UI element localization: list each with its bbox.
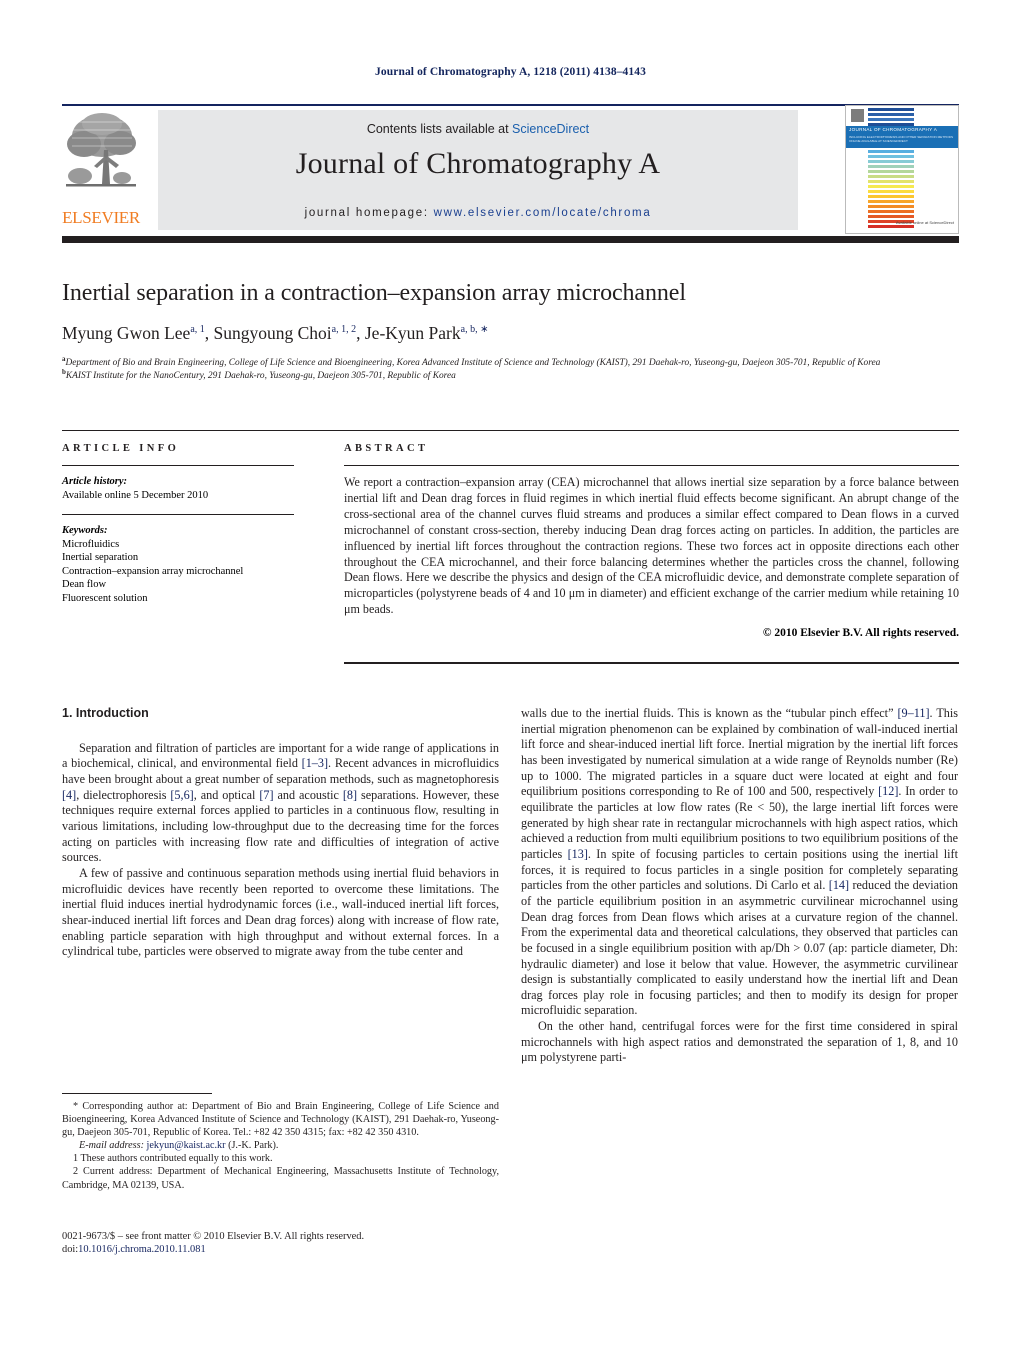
author-list: Myung Gwon Leea, 1, Sungyoung Choia, 1, … <box>62 323 959 344</box>
article-info-column: ARTICLE INFO Article history: Available … <box>62 443 294 605</box>
homepage-prefix: journal homepage: <box>304 207 434 219</box>
elsevier-logo: ELSEVIER <box>62 110 140 230</box>
footnote-corresponding-author: * Corresponding author at: Department of… <box>62 1101 499 1139</box>
body-column-left: 1. Introduction Separation and filtratio… <box>62 706 499 960</box>
footnote-note-1: 1 These authors contributed equally to t… <box>73 1153 273 1165</box>
keyword-item: Contraction–expansion array microchannel <box>62 565 244 577</box>
author-sep-2: , <box>356 323 365 343</box>
page-title: Inertial separation in a contraction–exp… <box>62 280 686 306</box>
author-sup-3: a, b, ∗ <box>460 324 489 336</box>
article-info-heading: ARTICLE INFO <box>62 443 180 454</box>
text-run: , and optical <box>193 787 260 802</box>
cover-banner-subtitle: INCLUDING ELECTROPHORESIS AND OTHER SEPA… <box>849 135 954 144</box>
contents-prefix: Contents lists available at <box>366 122 513 136</box>
paragraph-intro-3: walls due to the inertial fluids. This i… <box>521 706 958 1019</box>
article-info-rule-1 <box>62 465 294 466</box>
keywords-label: Keywords: <box>62 525 108 536</box>
journal-homepage-line: journal homepage: www.elsevier.com/locat… <box>158 207 798 219</box>
masthead-top-rule <box>62 104 959 106</box>
paragraph-intro-2: A few of passive and continuous separati… <box>62 865 499 959</box>
text-run: , dielectrophoresis <box>76 787 171 802</box>
journal-masthead: ELSEVIER Contents lists available at Sci… <box>62 104 959 234</box>
footnote-separator-rule <box>62 1093 212 1094</box>
email-link[interactable]: jekyun@kaist.ac.kr <box>147 1140 226 1151</box>
author-sup-1: a, 1 <box>190 324 205 336</box>
abstract-column: ABSTRACT We report a contraction–expansi… <box>344 443 959 639</box>
footnotes-block: * Corresponding author at: Department of… <box>62 1100 499 1192</box>
keywords-list: Microfluidics Inertial separation Contra… <box>62 538 294 606</box>
doi-line: doi:10.1016/j.chroma.2010.11.081 <box>62 1243 499 1256</box>
keyword-item: Inertial separation <box>62 552 139 564</box>
abstract-bottom-rule <box>344 662 959 664</box>
author-name-2: Sungyoung Choi <box>213 323 332 343</box>
keyword-item: Dean flow <box>62 579 107 591</box>
article-history-value: Available online 5 December 2010 <box>62 489 209 501</box>
journal-homepage-link[interactable]: www.elsevier.com/locate/chroma <box>434 207 652 219</box>
info-top-rule <box>62 430 959 431</box>
citation-ref[interactable]: [14] <box>829 878 849 892</box>
affiliation-text-a: Department of Bio and Brain Engineering,… <box>65 358 881 368</box>
article-info-rule-2 <box>62 514 294 515</box>
citation-ref[interactable]: [5,6] <box>170 788 193 802</box>
cover-banner: JOURNAL OF CHROMATOGRAPHY A INCLUDING EL… <box>846 126 958 148</box>
issn-line: 0021-9673/$ – see front matter © 2010 El… <box>62 1231 365 1242</box>
sciencedirect-link[interactable]: ScienceDirect <box>512 122 589 136</box>
elsevier-tree-icon <box>66 113 136 187</box>
running-head: Journal of Chromatography A, 1218 (2011)… <box>375 66 646 78</box>
citation-ref[interactable]: [7] <box>259 788 273 802</box>
masthead-black-bar <box>62 236 959 243</box>
title-block: Inertial separation in a contraction–exp… <box>62 280 959 382</box>
citation-ref[interactable]: [8] <box>343 788 357 802</box>
doi-label: doi: <box>62 1244 79 1256</box>
affiliation-a: aDepartment of Bio and Brain Engineering… <box>62 355 959 370</box>
footnote-note-2: 2 Current address: Department of Mechani… <box>62 1166 499 1191</box>
article-history-label: Article history: <box>62 476 128 487</box>
citation-ref[interactable]: [12] <box>878 784 898 798</box>
footnote-email: E-mail address: jekyun@kaist.ac.kr (J.-K… <box>62 1139 499 1152</box>
citation-ref[interactable]: [4] <box>62 788 76 802</box>
text-run: reduced the deviation of the particle eq… <box>521 878 959 1018</box>
email-suffix: (J.-K. Park). <box>225 1140 279 1152</box>
abstract-body: We report a contraction–expansion array … <box>344 475 959 617</box>
citation-ref[interactable]: [13] <box>568 847 588 861</box>
author-sup-2: a, 1, 2 <box>331 324 357 336</box>
citation-ref[interactable]: [9–11] <box>897 706 929 720</box>
abstract-copyright: © 2010 Elsevier B.V. All rights reserved… <box>762 627 959 640</box>
journal-cover-thumbnail: JOURNAL OF CHROMATOGRAPHY A INCLUDING EL… <box>845 105 959 234</box>
abstract-top-rule <box>344 465 959 466</box>
body-column-right: walls due to the inertial fluids. This i… <box>521 706 958 1066</box>
section-heading-introduction: 1. Introduction <box>62 706 149 720</box>
author-name-1: Myung Gwon Lee <box>62 323 191 343</box>
elsevier-wordmark: ELSEVIER <box>62 208 140 227</box>
affiliation-b: bKAIST Institute for the NanoCentury, 29… <box>62 368 959 383</box>
paragraph-intro-4: On the other hand, centrifugal forces we… <box>521 1019 958 1065</box>
masthead-center: Contents lists available at ScienceDirec… <box>158 110 798 230</box>
journal-title: Journal of Chromatography A <box>295 147 661 180</box>
text-run: and acoustic <box>273 787 343 802</box>
contents-available-line: Contents lists available at ScienceDirec… <box>158 122 798 136</box>
keyword-item: Microfluidics <box>62 538 120 550</box>
article-page: Journal of Chromatography A, 1218 (2011)… <box>0 0 1021 1351</box>
doi-link[interactable]: 10.1016/j.chroma.2010.11.081 <box>78 1244 205 1255</box>
email-label: E-mail address: <box>79 1140 144 1152</box>
cover-publisher-mark-icon <box>851 109 864 122</box>
citation-ref[interactable]: [1–3] <box>302 756 328 770</box>
abstract-heading: ABSTRACT <box>344 443 429 454</box>
keyword-item: Fluorescent solution <box>62 592 148 604</box>
imprint-block: 0021-9673/$ – see front matter © 2010 El… <box>62 1230 499 1257</box>
cover-banner-title: JOURNAL OF CHROMATOGRAPHY A <box>849 127 938 132</box>
affiliation-text-b: KAIST Institute for the NanoCentury, 291… <box>65 370 456 381</box>
cover-sciencedirect-note: Available online at ScienceDirect <box>895 220 954 225</box>
paragraph-intro-1: Separation and filtration of particles a… <box>62 741 499 866</box>
author-sep-1: , <box>204 323 214 343</box>
author-name-3: Je-Kyun Park <box>364 323 461 343</box>
text-run: walls due to the inertial fluids. This i… <box>521 706 898 720</box>
